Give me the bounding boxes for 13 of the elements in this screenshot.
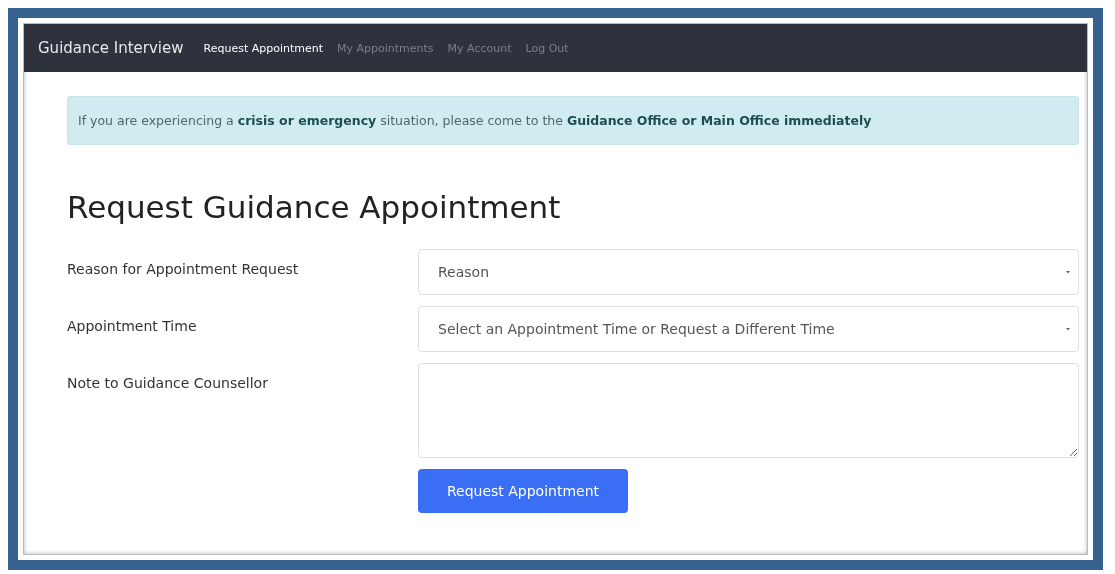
alert-message: If you are experiencing a crisis or emergency situation, please come to the Guidance Office or Main Office immediately [67, 96, 1079, 145]
caret-icon [1066, 327, 1070, 331]
nav-link[interactable]: Request Appointment [203, 41, 324, 55]
field-label: Reason for Appointment Request [67, 260, 300, 277]
field-label: Appointment Time [67, 317, 198, 334]
request-appointment-button[interactable]: Request Appointment [418, 469, 628, 513]
note-field[interactable] [418, 363, 1079, 458]
brand-name[interactable]: Guidance Interview [38, 39, 184, 57]
field-label: Note to Guidance Counsellor [67, 374, 269, 391]
dropdown[interactable]: Select an Appointment Time or Request a Different Time [418, 306, 1079, 352]
page-heading: Request Guidance Appointment [67, 189, 562, 225]
caret-icon [1066, 270, 1070, 274]
dropdown[interactable]: Reason [418, 249, 1079, 295]
